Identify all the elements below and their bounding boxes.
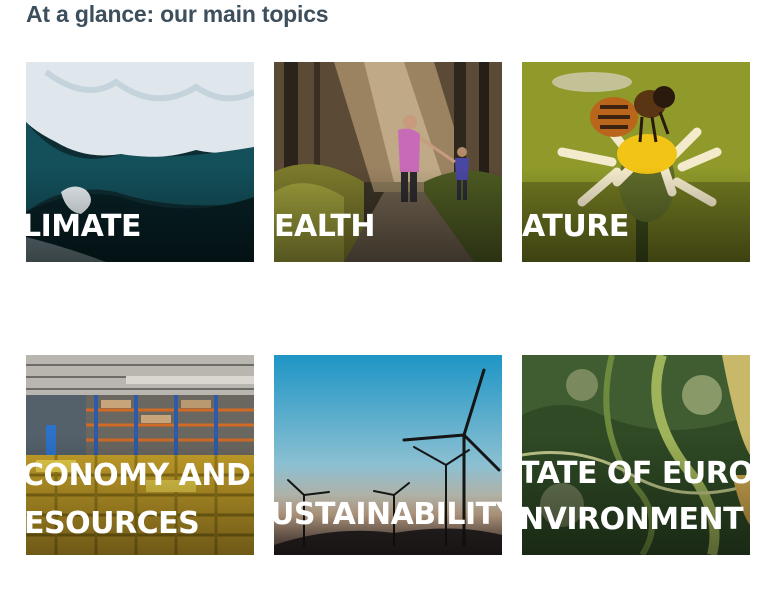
topic-label: LIMATE [26,212,141,242]
topic-label-line2: ESOURCES [26,509,200,539]
topic-label-line1: TATE OF EUROP [522,459,750,489]
topic-label: USTAINABILITY [274,500,502,530]
card-shade [522,435,750,555]
topic-card-state-of-europes-environment[interactable]: TATE OF EUROP NVIRONMENT [522,355,750,555]
topic-card-economy-and-resources[interactable]: CONOMY AND ESOURCES [26,355,254,555]
topic-label-line2: NVIRONMENT [522,505,744,535]
topic-card-sustainability[interactable]: USTAINABILITY [274,355,502,555]
topic-label: ATURE [522,212,629,242]
topic-label: EALTH [274,212,375,242]
section-title: At a glance: our main topics [26,1,329,27]
topic-card-nature[interactable]: ATURE [522,62,750,262]
topic-label-line1: CONOMY AND [26,461,251,491]
topic-card-climate[interactable]: LIMATE [26,62,254,262]
topic-card-health[interactable]: EALTH [274,62,502,262]
